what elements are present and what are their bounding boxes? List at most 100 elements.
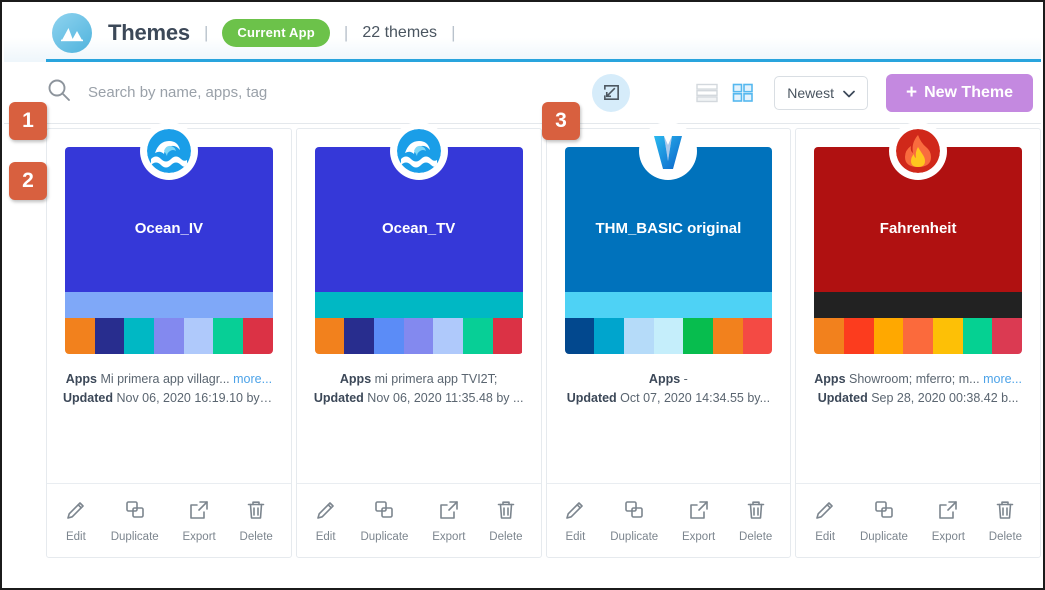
updated-value: Nov 06, 2020 16:19.10 by l... xyxy=(116,391,275,406)
header-accent-underline xyxy=(46,59,1041,62)
export-label: Export xyxy=(681,530,716,543)
color-swatch xyxy=(623,318,654,354)
color-swatch xyxy=(594,318,624,354)
color-swatch xyxy=(653,318,684,354)
pencil-icon xyxy=(814,499,836,524)
edit-button[interactable]: Edit xyxy=(814,499,836,543)
wave-icon xyxy=(142,125,195,177)
delete-button[interactable]: Delete xyxy=(989,499,1022,543)
apps-label: Apps xyxy=(65,372,97,386)
theme-updated-line: Updated Oct 07, 2020 14:34.55 by... xyxy=(563,389,775,408)
trash-icon xyxy=(994,499,1016,524)
duplicate-label: Duplicate xyxy=(360,530,409,543)
duplicate-label: Duplicate xyxy=(110,530,159,543)
new-theme-label: New Theme xyxy=(924,83,1013,101)
trash-icon xyxy=(245,499,267,524)
edit-label: Edit xyxy=(815,530,836,543)
updated-value: Sep 28, 2020 00:38.42 b... xyxy=(871,391,1019,406)
updated-label: Updated xyxy=(566,391,617,406)
theme-preview[interactable]: Ocean_IV xyxy=(65,147,273,354)
plus-icon: + xyxy=(905,82,918,103)
updated-label: Updated xyxy=(63,391,113,406)
new-theme-button[interactable]: + New Theme xyxy=(885,73,1033,112)
v-logo-icon xyxy=(642,125,695,177)
duplicate-button[interactable]: Duplicate xyxy=(360,499,408,543)
color-swatch xyxy=(433,318,464,354)
search-input[interactable] xyxy=(86,83,426,102)
delete-label: Delete xyxy=(239,530,273,543)
edit-label: Edit xyxy=(565,530,586,543)
import-icon[interactable] xyxy=(592,73,631,112)
flame-icon xyxy=(892,125,945,177)
updated-value: Oct 07, 2020 14:34.55 by... xyxy=(620,391,771,406)
duplicate-button[interactable]: Duplicate xyxy=(860,499,908,543)
theme-card[interactable]: Fahrenheit Apps Showroom; mferro; m... m… xyxy=(795,125,1041,558)
export-label: Export xyxy=(931,530,965,543)
delete-label: Delete xyxy=(988,530,1023,543)
updated-label: Updated xyxy=(817,391,868,406)
export-button[interactable]: Export xyxy=(932,499,965,543)
annotation-badge-1: 1 xyxy=(9,102,47,140)
color-swatch xyxy=(564,318,595,354)
duplicate-label: Duplicate xyxy=(610,530,659,543)
theme-apps-line: Apps Mi primera app villagr... more... xyxy=(63,370,275,389)
theme-name: Ocean_IV xyxy=(134,220,204,237)
toolbar-actions: Newest + New Theme xyxy=(592,73,1033,112)
export-button[interactable]: Export xyxy=(182,499,216,543)
edit-label: Edit xyxy=(65,530,86,543)
color-swatch xyxy=(94,318,125,354)
duplicate-label: Duplicate xyxy=(859,530,908,543)
export-button[interactable]: Export xyxy=(682,499,715,543)
theme-card[interactable]: THM_BASIC original Apps - Updated Oct 07… xyxy=(545,125,792,558)
trash-icon xyxy=(745,499,767,524)
theme-thumbnail-area: Ocean_IV xyxy=(47,125,291,354)
color-swatch xyxy=(932,318,963,354)
theme-palette xyxy=(814,318,1022,354)
theme-name: Fahrenheit xyxy=(879,220,957,237)
theme-card[interactable]: Ocean_IV Apps Mi primera app villagr... … xyxy=(46,125,292,558)
duplicate-button[interactable]: Duplicate xyxy=(111,499,159,543)
themes-grid: Ocean_IV Apps Mi primera app villagr... … xyxy=(4,125,1041,558)
color-swatch xyxy=(154,318,184,354)
apps-value: Showroom; mferro; m... xyxy=(849,372,980,386)
chevron-down-icon xyxy=(843,85,855,101)
grid-view-icon[interactable] xyxy=(730,82,756,104)
export-label: Export xyxy=(432,530,466,543)
delete-button[interactable]: Delete xyxy=(240,499,273,543)
annotation-badge-2: 2 xyxy=(9,162,47,200)
apps-value: - xyxy=(683,372,688,386)
theme-card[interactable]: Ocean_TV Apps mi primera app TVI2T; Upda… xyxy=(295,125,542,558)
header-separator-2: | xyxy=(343,23,349,42)
theme-thumbnail-area: Ocean_TV xyxy=(297,125,541,354)
apps-value: Mi primera app villagr... xyxy=(100,372,230,386)
export-button[interactable]: Export xyxy=(432,499,465,543)
theme-apps-line: Apps Showroom; mferro; m... more... xyxy=(812,370,1024,389)
more-link[interactable]: more... xyxy=(983,372,1022,386)
color-swatch xyxy=(65,318,95,354)
duplicate-icon xyxy=(124,499,146,524)
edit-button[interactable]: Edit xyxy=(65,499,87,543)
duplicate-button[interactable]: Duplicate xyxy=(610,499,658,543)
export-icon xyxy=(438,499,460,524)
delete-button[interactable]: Delete xyxy=(489,499,523,543)
color-swatch xyxy=(403,318,434,354)
theme-preview[interactable]: Fahrenheit xyxy=(814,147,1022,354)
card-actions: Edit Duplicate Export Delete xyxy=(546,483,791,557)
updated-label: Updated xyxy=(313,391,364,406)
theme-preview[interactable]: THM_BASIC original xyxy=(564,147,773,354)
duplicate-icon xyxy=(373,499,395,524)
color-swatch xyxy=(962,318,993,354)
pencil-icon xyxy=(315,499,337,524)
theme-preview[interactable]: Ocean_TV xyxy=(314,147,523,354)
delete-button[interactable]: Delete xyxy=(739,499,772,543)
color-swatch xyxy=(873,318,904,354)
edit-button[interactable]: Edit xyxy=(315,499,337,543)
edit-button[interactable]: Edit xyxy=(564,499,586,543)
color-swatch xyxy=(344,318,375,354)
color-swatch xyxy=(492,318,523,354)
sort-dropdown[interactable]: Newest xyxy=(774,75,868,110)
pencil-icon xyxy=(564,499,586,524)
more-link[interactable]: more... xyxy=(233,372,272,386)
color-swatch xyxy=(992,318,1022,354)
list-view-icon[interactable] xyxy=(694,82,720,104)
